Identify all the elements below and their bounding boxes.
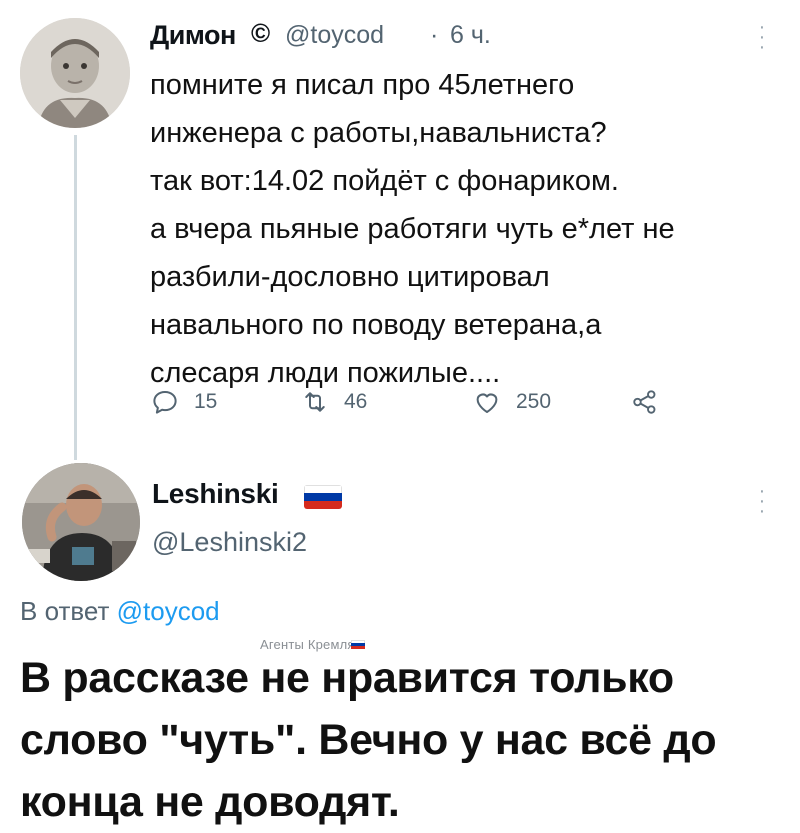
like-button[interactable]: 250 <box>472 382 551 422</box>
tweet1-timestamp[interactable]: 6 ч. <box>450 21 491 50</box>
share-button[interactable] <box>630 382 674 422</box>
reply-prefix: В ответ <box>20 596 110 626</box>
reply-button[interactable]: 15 <box>150 382 217 422</box>
tweet2-author-name[interactable]: Leshinski <box>152 478 279 510</box>
reply-mention-link[interactable]: @toycod <box>117 596 220 626</box>
retweet-count: 46 <box>344 390 368 413</box>
more-vertical-icon[interactable]: · · · <box>757 481 767 521</box>
reply-icon <box>153 391 177 414</box>
retweet-icon <box>305 392 325 412</box>
like-count: 250 <box>516 390 552 413</box>
avatar-photo-man <box>22 463 140 581</box>
russia-flag-icon <box>304 485 342 509</box>
thread-connector-line <box>74 135 77 460</box>
tweet1-separator: · <box>430 21 439 49</box>
tweet2-text: В рассказе не нравится только слово "чут… <box>20 654 717 826</box>
share-icon <box>633 390 656 414</box>
avatar-tweet1[interactable] <box>20 18 130 128</box>
tweet1-author-name-suffix: © <box>251 18 271 48</box>
avatar-tweet2[interactable] <box>22 463 140 581</box>
tweet1-handle[interactable]: @toycod <box>285 21 384 50</box>
reply-count: 15 <box>194 390 218 413</box>
reply-context: В ответ @toycod <box>20 596 220 627</box>
more-vertical-icon[interactable]: · · · <box>757 17 767 57</box>
tweet1-author-name[interactable]: Димон <box>150 20 236 51</box>
tweet1-action-bar: 15 46 250 <box>150 382 710 422</box>
heart-icon <box>476 393 498 413</box>
tweet2-handle[interactable]: @Leshinski2 <box>152 527 307 558</box>
tweet1-text: помните я писал про 45летнего инженера с… <box>150 69 675 389</box>
avatar-photo-child <box>20 18 130 128</box>
retweet-button[interactable]: 46 <box>300 382 367 422</box>
